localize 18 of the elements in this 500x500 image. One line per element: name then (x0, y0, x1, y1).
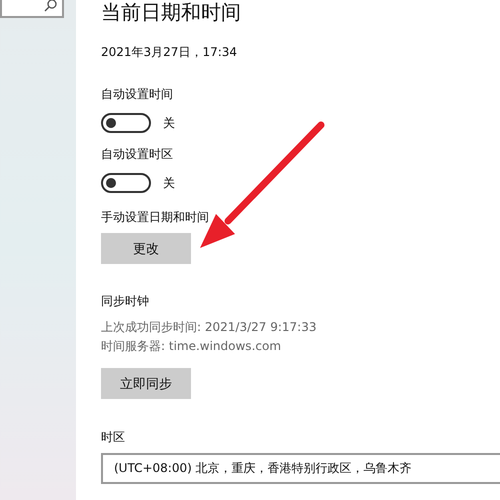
toggle-label: 自动设置时间 (101, 86, 174, 102)
timezone-dropdown[interactable]: (UTC+08:00) 北京，重庆，香港特别行政区，乌鲁木齐 (101, 453, 500, 484)
sync-info: 上次成功同步时间: 2021/3/27 9:17:33 (101, 319, 318, 336)
search-field[interactable] (0, 0, 64, 18)
search-icon (44, 0, 58, 14)
change-button[interactable]: 更改 (101, 233, 191, 264)
manual-label: 手动设置日期和时间 (101, 209, 210, 225)
toggle-state: 关 (163, 115, 175, 131)
toggle-switch[interactable] (101, 173, 151, 193)
toggle-state: 关 (163, 175, 175, 191)
timezone-label: 时区 (101, 429, 126, 445)
sync-now-button[interactable]: 立即同步 (101, 368, 191, 399)
section-title: 当前日期和时间 (101, 0, 242, 24)
current-datetime: 2021年3月27日，17:34 (101, 44, 238, 60)
sync-heading: 同步时钟 (101, 293, 150, 309)
toggle-switch[interactable] (101, 113, 151, 133)
sync-info: 时间服务器: time.windows.com (101, 338, 282, 355)
toggle-label: 自动设置时区 (101, 146, 174, 162)
